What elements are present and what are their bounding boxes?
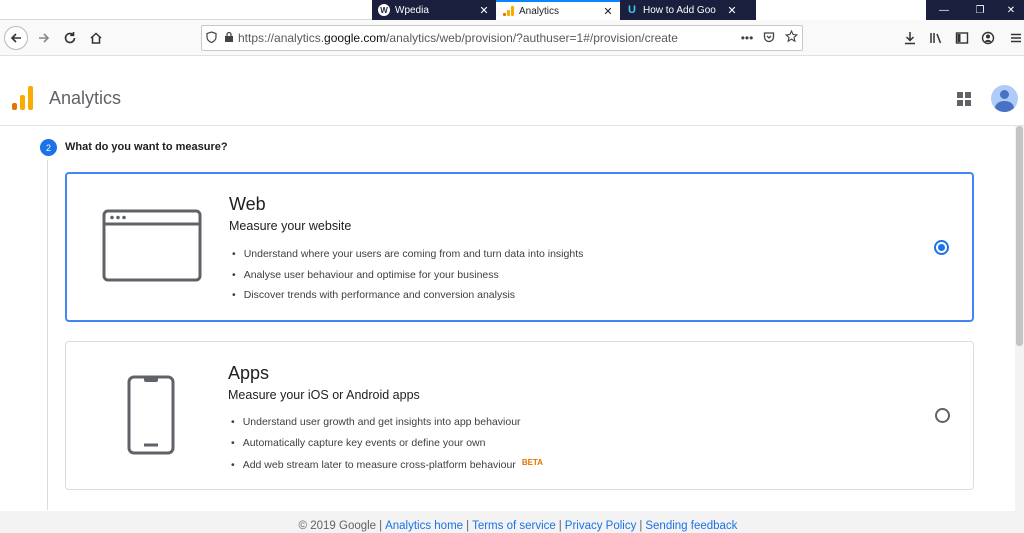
page-footer: © 2019 Google | Analytics home | Terms of se…: [0, 511, 1024, 533]
url-path: /analytics/web/provision/?authuser=1#/pr…: [386, 31, 678, 45]
analytics-logo-icon[interactable]: [12, 86, 34, 110]
shield-icon[interactable]: [202, 30, 220, 46]
minimize-icon[interactable]: —: [926, 0, 962, 20]
window-close-icon[interactable]: ✕: [998, 0, 1024, 20]
forward-arrow-icon: [39, 33, 50, 43]
scrollbar-thumb[interactable]: [1016, 126, 1023, 346]
forward-button[interactable]: [32, 26, 56, 50]
apps-grid-icon[interactable]: [957, 92, 971, 106]
download-icon[interactable]: [900, 28, 920, 48]
step-number-badge: 2: [40, 139, 57, 156]
browser-tab-how-to-add[interactable]: U How to Add Goo ✕: [620, 0, 744, 20]
apps-option-card[interactable]: Apps Measure your iOS or Android apps Un…: [65, 341, 974, 490]
list-item: Add web stream later to measure cross-pl…: [231, 453, 543, 474]
browser-tab-strip: W Wpedia ✕ Analytics ✕ U How to Add Goo …: [0, 0, 1024, 20]
reload-button[interactable]: [58, 26, 82, 50]
url-text[interactable]: https://analytics.google.com/analytics/w…: [238, 31, 736, 45]
footer-separator: |: [639, 520, 643, 532]
close-icon[interactable]: ✕: [602, 5, 614, 18]
restore-icon[interactable]: ❐: [962, 0, 998, 20]
footer-separator: |: [379, 520, 383, 532]
back-arrow-icon: [10, 33, 21, 43]
apps-option-title: Apps: [228, 363, 270, 383]
footer-separator: |: [558, 520, 562, 532]
list-item-text: Add web stream later to measure cross-pl…: [242, 459, 516, 471]
page-actions-icon[interactable]: •••: [736, 31, 758, 45]
web-option-card[interactable]: Web Measure your website Understand wher…: [65, 172, 974, 322]
web-radio-button[interactable]: [934, 240, 949, 255]
tab-title: Analytics: [519, 5, 560, 17]
list-item: Discover trends with performance and con…: [232, 285, 583, 306]
wordpress-icon: W: [378, 4, 390, 16]
url-host: google.com: [324, 31, 387, 45]
sending-feedback-link[interactable]: Sending feedback: [645, 520, 737, 532]
app-name[interactable]: Analytics: [49, 88, 121, 109]
u-logo-icon: U: [628, 4, 636, 16]
tab-strip-empty-area: [0, 0, 372, 20]
close-icon[interactable]: ✕: [726, 4, 738, 17]
page-scrollbar[interactable]: [1015, 126, 1024, 511]
beta-badge: BETA: [521, 458, 543, 467]
list-item: Understand user growth and get insights …: [231, 412, 543, 433]
web-option-bullets: Understand where your users are coming f…: [232, 244, 584, 306]
list-item: Analyse user behaviour and optimise for …: [232, 265, 583, 286]
menu-icon[interactable]: [1006, 28, 1024, 48]
apps-option-subtitle: Measure your iOS or Android apps: [228, 388, 420, 402]
privacy-policy-link[interactable]: Privacy Policy: [565, 520, 637, 532]
apps-option-bullets: Understand user growth and get insights …: [231, 412, 543, 474]
lock-icon[interactable]: [220, 31, 238, 46]
home-icon: [90, 32, 102, 44]
analytics-home-link[interactable]: Analytics home: [385, 520, 463, 532]
apps-radio-button[interactable]: [935, 408, 950, 423]
close-icon[interactable]: ✕: [478, 4, 490, 17]
home-button[interactable]: [84, 26, 108, 50]
browser-tab-overflow[interactable]: [744, 0, 756, 20]
step-title: What do you want to measure?: [65, 141, 228, 153]
tab-title: How to Add Goo: [643, 4, 716, 16]
avatar[interactable]: [991, 85, 1018, 112]
mobile-phone-icon: [127, 375, 175, 455]
account-icon[interactable]: [978, 28, 998, 48]
sidebar-icon[interactable]: [952, 28, 972, 48]
browser-window-icon: [102, 209, 202, 282]
footer-copyright: © 2019 Google: [298, 520, 377, 532]
list-item: Automatically capture key events or defi…: [231, 433, 543, 454]
reload-icon: [64, 32, 76, 44]
terms-of-service-link[interactable]: Terms of service: [472, 520, 556, 532]
bookmarks-toolbar: [0, 56, 570, 68]
web-option-subtitle: Measure your website: [229, 219, 352, 233]
back-button[interactable]: [4, 26, 28, 50]
analytics-icon: [502, 5, 514, 17]
bookmark-star-icon[interactable]: [780, 29, 802, 46]
library-icon[interactable]: [926, 28, 946, 48]
step-connector-line: [47, 160, 48, 510]
app-header: Analytics: [0, 70, 1024, 126]
url-bar[interactable]: https://analytics.google.com/analytics/w…: [201, 25, 803, 51]
list-item: Understand where your users are coming f…: [232, 244, 584, 265]
url-prefix: https://analytics.: [238, 31, 325, 45]
footer-separator: |: [466, 520, 470, 532]
browser-toolbar: https://analytics.google.com/analytics/w…: [0, 20, 1024, 56]
pocket-icon[interactable]: [758, 31, 780, 46]
tab-title: Wpedia: [395, 4, 429, 16]
browser-tab-analytics[interactable]: Analytics ✕: [496, 0, 620, 20]
browser-tab-wpedia[interactable]: W Wpedia ✕: [372, 0, 496, 20]
web-option-title: Web: [229, 194, 266, 214]
